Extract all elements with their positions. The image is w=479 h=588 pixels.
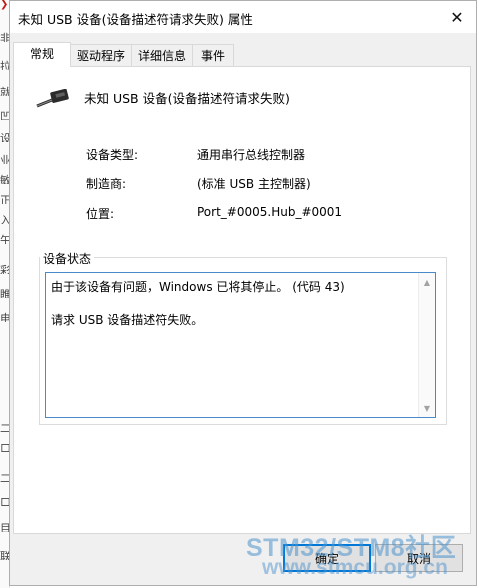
device-type-label: 设备类型: [86, 148, 139, 162]
background-glyph: 二 [0, 472, 9, 482]
title-bar[interactable]: 未知 USB 设备(设备描述符请求失败) 属性 ✕ [10, 1, 476, 33]
vertical-scrollbar[interactable]: ▲ ▼ [418, 273, 435, 417]
background-red-mark: ❯ [0, 0, 9, 10]
background-glyph: 入 [0, 214, 9, 224]
device-status-label: 设备状态 [40, 250, 95, 267]
scroll-up-icon[interactable]: ▲ [419, 274, 435, 290]
status-message-line: 由于该设备有问题，Windows 已将其停止。 (代码 43) [51, 280, 345, 294]
background-glyph: 彩 [0, 264, 9, 274]
tab-general[interactable]: 常规 [13, 42, 71, 67]
background-glyph: 就 [0, 86, 9, 96]
background-glyph: 拉 [0, 60, 9, 70]
background-glyph: 正 [0, 194, 9, 204]
device-type-value: 通用串行总线控制器 [197, 148, 306, 162]
background-glyph: 非 [0, 32, 9, 42]
watermark-url: www.stmcu.org.cn [262, 556, 448, 579]
scroll-down-icon[interactable]: ▼ [419, 400, 435, 416]
background-glyph: 敏 [0, 174, 9, 184]
background-glyph: 睢 [0, 288, 9, 298]
manufacturer-label: 制造商: [86, 177, 127, 191]
location-value: Port_#0005.Hub_#0001 [197, 205, 343, 219]
background-glyph: 午 [0, 234, 9, 244]
background-glyph: 口 [0, 442, 9, 452]
background-glyph: 口 [0, 496, 9, 506]
device-status-textbox[interactable]: 由于该设备有问题，Windows 已将其停止。 (代码 43) 请求 USB 设… [45, 272, 436, 418]
usb-device-icon [36, 89, 69, 108]
tab-events[interactable]: 事件 [192, 44, 234, 66]
tab-details[interactable]: 详细信息 [131, 44, 193, 66]
status-detail-line: 请求 USB 设备描述符失败。 [51, 313, 204, 327]
location-label: 位置: [86, 207, 115, 221]
general-tab-panel: 未知 USB 设备(设备描述符请求失败) 设备类型: 通用串行总线控制器 制造商… [13, 66, 471, 534]
background-glyph: 设 [0, 132, 9, 142]
close-button[interactable]: ✕ [438, 1, 476, 33]
close-icon: ✕ [450, 7, 464, 27]
tab-driver[interactable]: 驱动程序 [70, 44, 132, 66]
background-glyph: 联 [0, 550, 9, 560]
device-properties-dialog: 未知 USB 设备(设备描述符请求失败) 属性 ✕ 常规 驱动程序 详细信息 事… [9, 0, 477, 586]
background-glyph: 电 [0, 312, 9, 322]
window-title: 未知 USB 设备(设备描述符请求失败) 属性 [18, 12, 253, 27]
background-glyph: 凹 [0, 110, 9, 120]
background-glyph: 业 [0, 154, 9, 164]
background-glyph: 目 [0, 522, 9, 532]
device-name: 未知 USB 设备(设备描述符请求失败) [84, 91, 290, 106]
manufacturer-value: (标准 USB 主控制器) [197, 177, 311, 191]
background-glyph: 二 [0, 422, 9, 432]
